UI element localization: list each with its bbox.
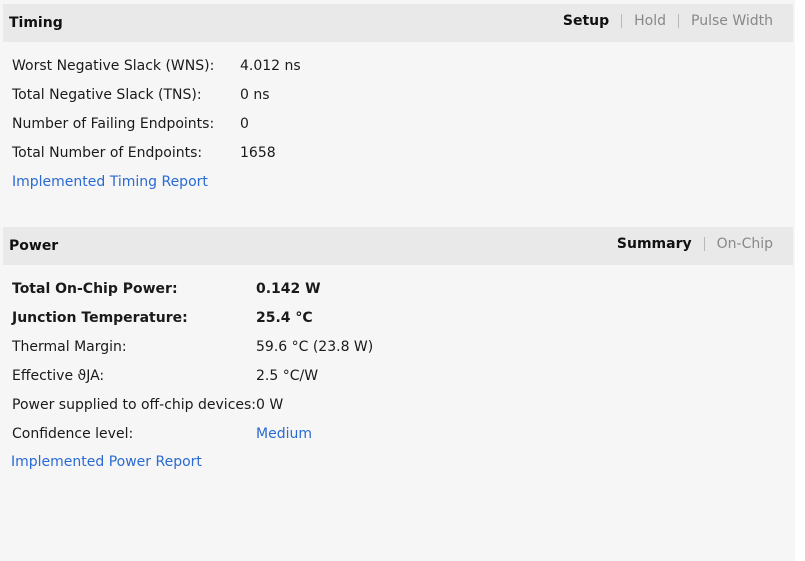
wns-label: Worst Negative Slack (WNS): bbox=[12, 58, 215, 74]
failing-endpoints-label: Number of Failing Endpoints: bbox=[12, 116, 215, 132]
total-on-chip-power-value: 0.142 W bbox=[256, 281, 321, 297]
timing-row-tns: Total Negative Slack (TNS): 0 ns bbox=[12, 85, 270, 105]
tab-setup[interactable]: Setup bbox=[563, 13, 609, 29]
panel-edge bbox=[795, 0, 805, 561]
tab-hold[interactable]: Hold bbox=[634, 13, 666, 29]
tab-separator bbox=[703, 237, 705, 251]
effective-theta-ja-value: 2.5 °C/W bbox=[256, 368, 319, 384]
power-report-link-row: Implemented Power Report bbox=[11, 452, 202, 472]
implemented-power-report-link[interactable]: Implemented Power Report bbox=[11, 454, 202, 470]
power-row-junction-temp: Junction Temperature: 25.4 °C bbox=[12, 308, 313, 328]
tab-separator bbox=[621, 14, 623, 28]
timing-row-wns: Worst Negative Slack (WNS): 4.012 ns bbox=[12, 56, 301, 76]
junction-temperature-label: Junction Temperature: bbox=[12, 310, 188, 326]
timing-row-failing-endpoints: Number of Failing Endpoints: 0 bbox=[12, 114, 249, 134]
tab-separator bbox=[678, 14, 679, 28]
tns-label: Total Negative Slack (TNS): bbox=[12, 87, 202, 103]
thermal-margin-label: Thermal Margin: bbox=[12, 339, 127, 355]
failing-endpoints-value: 0 bbox=[240, 116, 249, 132]
wns-value: 4.012 ns bbox=[240, 58, 301, 74]
power-row-total-on-chip: Total On-Chip Power: 0.142 W bbox=[12, 279, 321, 299]
off-chip-power-label: Power supplied to off-chip devices: bbox=[12, 397, 257, 413]
confidence-level-label: Confidence level: bbox=[12, 426, 134, 442]
confidence-level-link[interactable]: Medium bbox=[256, 426, 312, 442]
power-section-title: Power bbox=[9, 238, 59, 254]
thermal-margin-value: 59.6 °C (23.8 W) bbox=[256, 339, 374, 355]
off-chip-power-value: 0 W bbox=[256, 397, 284, 413]
effective-theta-ja-label: Effective ϑJA: bbox=[12, 368, 105, 384]
timing-section-header: Timing Setup Hold Pulse Width bbox=[3, 4, 793, 42]
project-summary-panel: Timing Setup Hold Pulse Width Worst Nega… bbox=[0, 0, 805, 561]
power-row-thermal-margin: Thermal Margin: 59.6 °C (23.8 W) bbox=[12, 337, 373, 357]
timing-tabs: Setup Hold Pulse Width bbox=[563, 13, 773, 29]
power-row-confidence: Confidence level: Medium bbox=[12, 424, 312, 444]
tab-on-chip[interactable]: On-Chip bbox=[717, 236, 773, 252]
timing-row-total-endpoints: Total Number of Endpoints: 1658 bbox=[12, 143, 276, 163]
timing-section-title: Timing bbox=[9, 15, 63, 31]
junction-temperature-value: 25.4 °C bbox=[256, 310, 313, 326]
power-tabs: Summary On-Chip bbox=[617, 236, 773, 252]
total-on-chip-power-label: Total On-Chip Power: bbox=[12, 281, 178, 297]
tab-pulse-width[interactable]: Pulse Width bbox=[691, 13, 773, 29]
tab-summary[interactable]: Summary bbox=[617, 236, 692, 252]
power-section-header: Power Summary On-Chip bbox=[3, 227, 793, 265]
power-row-effective-theta-ja: Effective ϑJA: 2.5 °C/W bbox=[12, 366, 318, 386]
implemented-timing-report-link[interactable]: Implemented Timing Report bbox=[12, 174, 208, 190]
tns-value: 0 ns bbox=[240, 87, 270, 103]
total-endpoints-label: Total Number of Endpoints: bbox=[12, 145, 203, 161]
power-row-off-chip: Power supplied to off-chip devices: 0 W bbox=[12, 395, 283, 415]
total-endpoints-value: 1658 bbox=[240, 145, 276, 161]
timing-report-link-row: Implemented Timing Report bbox=[12, 172, 208, 192]
